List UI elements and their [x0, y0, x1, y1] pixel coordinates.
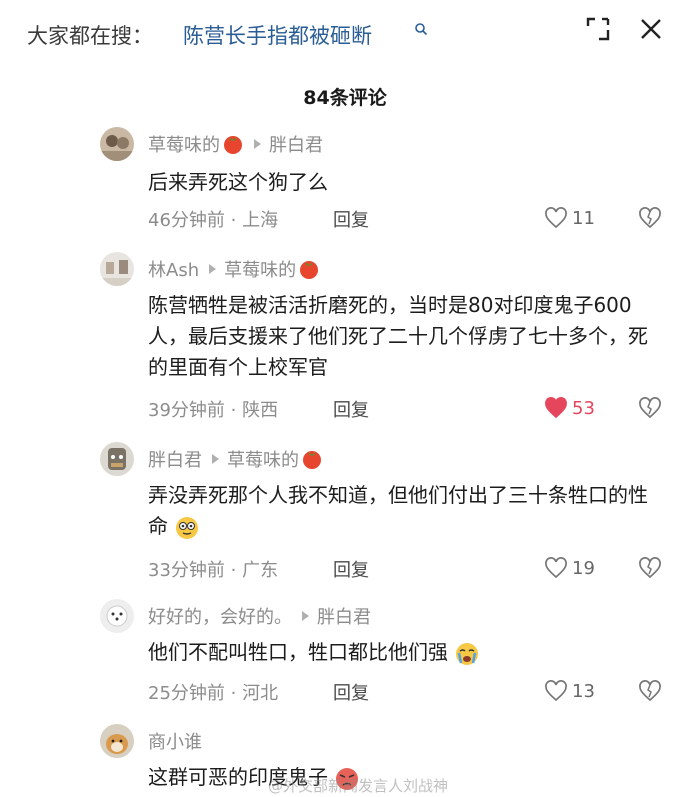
comment-text: 后来弄死这个狗了么: [148, 170, 328, 194]
reply-button[interactable]: 回复: [333, 396, 369, 422]
comment-item: 好好的，会好的。 胖白君 他们不配叫牲口，牲口都比他们强 25分钟前 · 河北 …: [0, 597, 690, 712]
like-count: 53: [572, 397, 595, 419]
reply-to-name[interactable]: 草莓味的: [227, 446, 299, 472]
reply-arrow-icon: [212, 454, 219, 464]
watermark: @外交部新闻发言人刘战神: [268, 777, 449, 795]
broken-heart-icon[interactable]: [638, 556, 662, 580]
heart-icon: [545, 680, 567, 702]
comment-time-location: 39分钟前 · 陕西: [148, 400, 279, 421]
peek-emoji: [176, 516, 198, 539]
author-name[interactable]: 林Ash: [148, 256, 199, 282]
author-name[interactable]: 草莓味的: [148, 131, 220, 157]
reply-arrow-icon: [302, 611, 309, 621]
comment-item: 胖白君 草莓味的 弄没弄死那个人我不知道，但他们付出了三十条牲口的性命 33分钟…: [0, 440, 690, 590]
reply-button[interactable]: 回复: [333, 556, 369, 582]
comment-header: 好好的，会好的。 胖白君: [148, 603, 371, 629]
tomato-emoji: [303, 451, 321, 469]
avatar[interactable]: [100, 724, 134, 758]
reply-to-name[interactable]: 胖白君: [317, 603, 371, 629]
like-button[interactable]: 19: [544, 555, 595, 581]
comment-text: 他们不配叫牲口，牲口都比他们强: [148, 637, 658, 668]
comment-item: 林Ash 草莓味的 陈营牺牲是被活活折磨死的，当时是80对印度鬼子600人，最后…: [0, 250, 690, 430]
author-name[interactable]: 好好的，会好的。: [148, 603, 292, 629]
comment-header: 胖白君 草莓味的: [148, 446, 323, 472]
comment-header: 林Ash 草莓味的: [148, 256, 320, 282]
like-count: 19: [572, 557, 595, 579]
search-prefix: 大家都在搜：: [27, 24, 153, 48]
reply-button[interactable]: 回复: [333, 206, 369, 232]
tomato-emoji: [300, 261, 319, 279]
comment-time-location: 25分钟前 · 河北: [148, 683, 279, 704]
comment-count: 84条评论: [303, 87, 387, 109]
comment-item: 草莓味的 胖白君 后来弄死这个狗了么 46分钟前 · 上海 回复 11: [0, 125, 690, 240]
comment-text-body: 他们不配叫牲口，牲口都比他们强: [148, 640, 448, 664]
comment-text: 陈营牺牲是被活活折磨死的，当时是80对印度鬼子600人，最后支援来了他们死了二十…: [148, 293, 648, 379]
like-count: 11: [572, 207, 595, 229]
comment-header: 草莓味的 胖白君: [148, 131, 323, 157]
reply-arrow-icon: [209, 264, 217, 274]
like-button[interactable]: 11: [544, 205, 595, 231]
heart-icon: [545, 207, 567, 229]
comment-time-location: 33分钟前 · 广东: [148, 560, 279, 581]
expand-icon[interactable]: [585, 16, 611, 42]
comment-time-location: 46分钟前 · 上海: [148, 210, 279, 231]
reply-arrow-icon: [254, 139, 261, 149]
broken-heart-icon[interactable]: [638, 396, 662, 420]
author-name[interactable]: 胖白君: [148, 446, 202, 472]
comment-text: 弄没弄死那个人我不知道，但他们付出了三十条牲口的性命: [148, 480, 658, 542]
reply-button[interactable]: 回复: [333, 679, 369, 705]
like-button[interactable]: 53: [544, 395, 595, 421]
broken-heart-icon[interactable]: [638, 206, 662, 230]
reply-to-name[interactable]: 胖白君: [269, 131, 323, 157]
author-name[interactable]: 商小谁: [148, 728, 202, 754]
heart-icon: [545, 397, 567, 419]
search-bar[interactable]: 大家都在搜： 陈营长手指都被砸断: [0, 0, 690, 66]
close-icon[interactable]: [638, 16, 664, 42]
broken-heart-icon[interactable]: [638, 679, 662, 703]
comment-header: 商小谁: [148, 728, 202, 754]
avatar[interactable]: [100, 127, 134, 161]
reply-to-name[interactable]: 草莓味的: [224, 256, 296, 282]
avatar[interactable]: [100, 252, 134, 286]
avatar[interactable]: [100, 442, 134, 476]
crying-emoji: [456, 642, 478, 665]
avatar[interactable]: [100, 599, 134, 633]
like-count: 13: [572, 680, 595, 702]
search-query-link[interactable]: 陈营长手指都被砸断: [183, 20, 372, 50]
heart-icon: [545, 557, 567, 579]
comment-text-body: 弄没弄死那个人我不知道，但他们付出了三十条牲口的性命: [148, 483, 648, 538]
like-button[interactable]: 13: [544, 678, 595, 704]
tomato-emoji: [224, 136, 242, 154]
search-icon: [415, 23, 428, 36]
